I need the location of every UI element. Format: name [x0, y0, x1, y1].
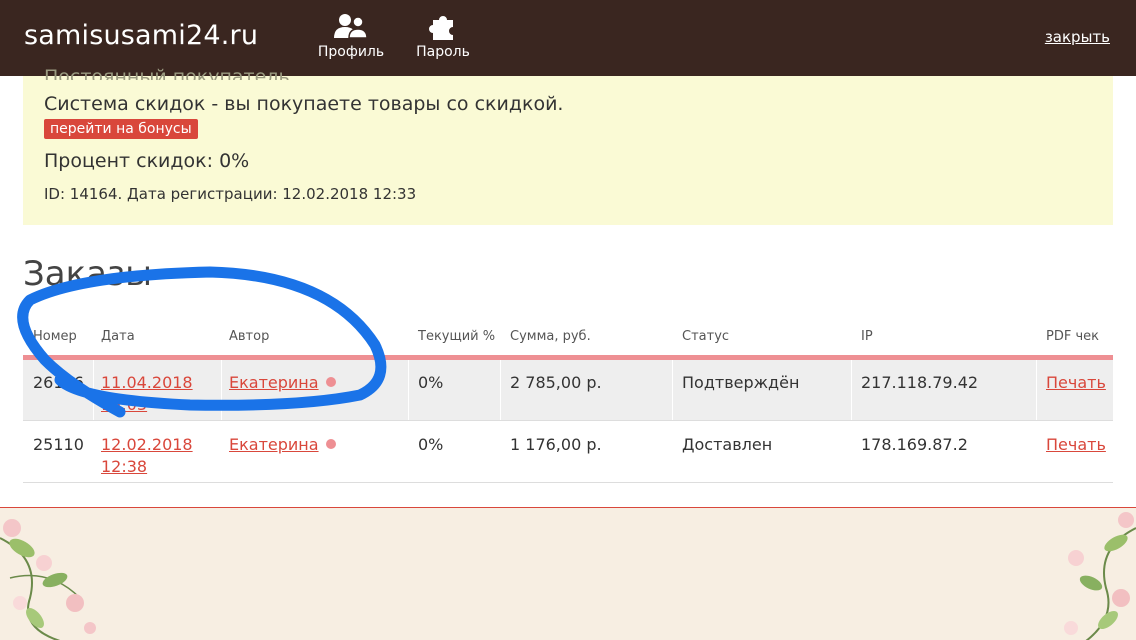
- discount-system-text: Система скидок - вы покупаете товары со …: [44, 93, 564, 115]
- column-header-pdf: PDF чек: [1046, 329, 1099, 344]
- table-row[interactable]: 26176 11.04.2018 15:03 Екатерина 0% 2 78…: [23, 360, 1113, 421]
- order-time: 12:38: [101, 457, 148, 476]
- author-link[interactable]: Екатерина: [229, 373, 319, 392]
- go-to-bonuses-button[interactable]: перейти на бонусы: [44, 119, 198, 139]
- column-divider: [93, 360, 94, 420]
- discount-percent-text: Процент скидок: 0%: [44, 150, 250, 172]
- order-number: 26176: [33, 373, 84, 392]
- column-header-author: Автор: [229, 329, 270, 344]
- top-bar: samisusami24.ru Профиль Пароль закрыть: [0, 0, 1136, 76]
- order-number: 25110: [33, 435, 84, 454]
- order-date: 12.02.2018: [101, 435, 193, 454]
- order-percent: 0%: [418, 373, 444, 392]
- column-divider: [221, 360, 222, 420]
- order-percent: 0%: [418, 435, 444, 454]
- order-date-link[interactable]: 11.04.2018 15:03: [101, 372, 193, 416]
- column-header-percent: Текущий %: [418, 329, 496, 344]
- order-time: 15:03: [101, 395, 148, 414]
- order-sum: 2 785,00 р.: [510, 373, 602, 392]
- order-author: Екатерина: [229, 372, 336, 394]
- order-date-link[interactable]: 12.02.2018 12:38: [101, 434, 193, 478]
- customer-status-text: Постоянный покупатель: [44, 66, 290, 80]
- order-ip: 178.169.87.2: [861, 435, 968, 454]
- nav-profile[interactable]: Профиль: [306, 12, 396, 60]
- registration-info: ID: 14164. Дата регистрации: 12.02.2018 …: [44, 185, 417, 203]
- column-header-sum: Сумма, руб.: [510, 329, 591, 344]
- print-link[interactable]: Печать: [1046, 372, 1106, 394]
- users-icon: [334, 14, 368, 39]
- column-header-ip: IP: [861, 329, 873, 344]
- column-divider: [408, 360, 409, 420]
- order-sum: 1 176,00 р.: [510, 435, 602, 454]
- print-link[interactable]: Печать: [1046, 434, 1106, 456]
- status-dot-icon: [325, 377, 336, 387]
- order-status: Доставлен: [682, 435, 773, 454]
- nav-password[interactable]: Пароль: [398, 12, 488, 60]
- column-header-status: Статус: [682, 329, 730, 344]
- column-divider: [851, 360, 852, 420]
- table-row[interactable]: 25110 12.02.2018 12:38 Екатерина 0% 1 17…: [23, 422, 1113, 483]
- order-status: Подтверждён: [682, 373, 800, 392]
- order-date: 11.04.2018: [101, 373, 193, 392]
- column-header-number: Номер: [33, 329, 77, 344]
- column-divider: [1036, 360, 1037, 420]
- order-author: Екатерина: [229, 434, 336, 456]
- floral-decoration-icon: [0, 519, 96, 640]
- orders-heading: Заказы: [23, 254, 152, 294]
- column-header-date: Дата: [101, 329, 135, 344]
- puzzle-icon: [429, 16, 453, 40]
- close-link[interactable]: закрыть: [1045, 28, 1110, 46]
- footer-background: [0, 507, 1136, 640]
- floral-decoration-icon: [1064, 512, 1136, 640]
- nav-password-label: Пароль: [416, 44, 470, 60]
- status-dot-icon: [325, 439, 336, 449]
- column-divider: [672, 360, 673, 420]
- column-divider: [500, 360, 501, 420]
- discount-info-panel: Постоянный покупатель Система скидок - в…: [23, 66, 1113, 225]
- site-brand[interactable]: samisusami24.ru: [24, 20, 258, 51]
- author-link[interactable]: Екатерина: [229, 435, 319, 454]
- nav-profile-label: Профиль: [317, 44, 385, 60]
- order-ip: 217.118.79.42: [861, 373, 979, 392]
